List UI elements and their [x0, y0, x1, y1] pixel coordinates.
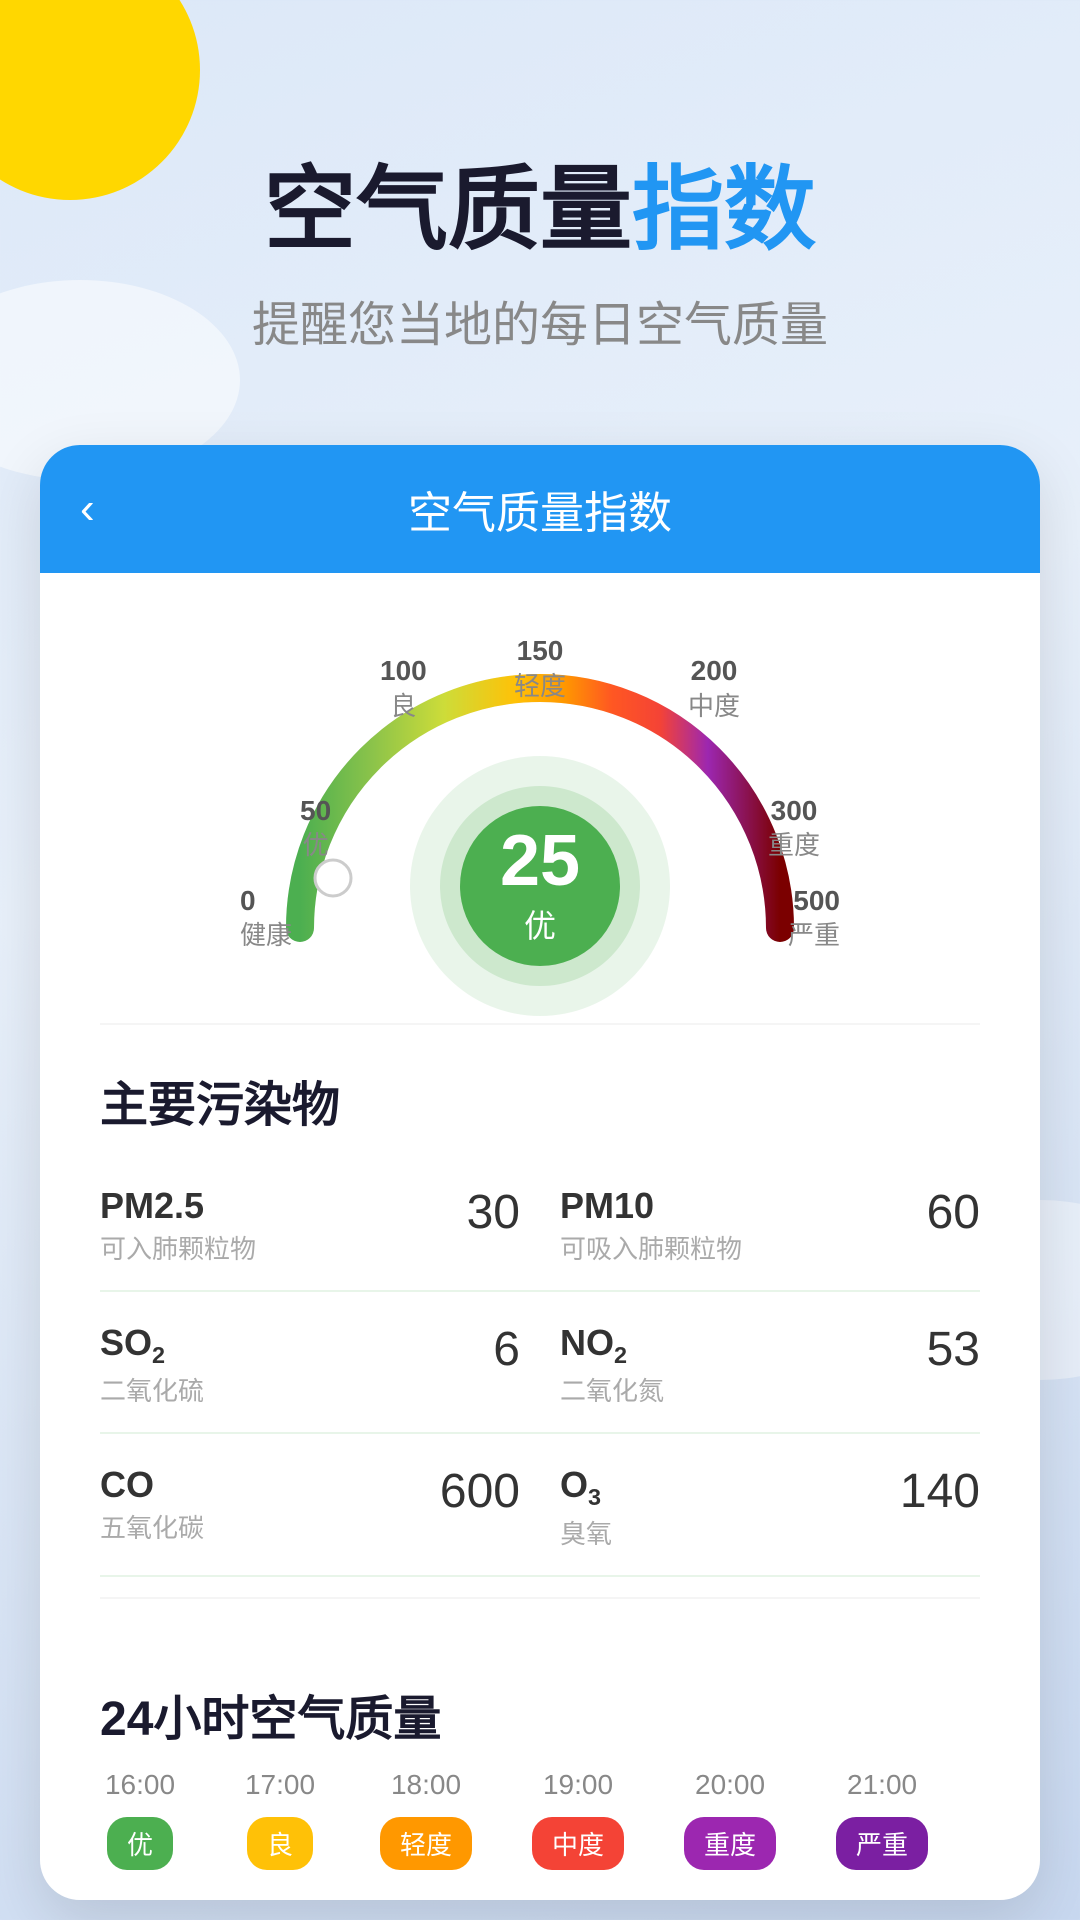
- pollutant-item-3: NO2 二氧化氮 53: [540, 1292, 980, 1434]
- back-button[interactable]: ‹: [80, 484, 95, 534]
- hour-item-4: 20:00 重度: [684, 1769, 776, 1870]
- gauge-value-label: 优: [524, 901, 556, 947]
- hour-badge: 优: [107, 1817, 173, 1870]
- label-50: 50 优: [300, 793, 331, 863]
- main-card: ‹ 空气质量指数: [40, 445, 1040, 1899]
- label-200: 200 中度: [688, 653, 740, 723]
- pollutant-value: 53: [927, 1322, 980, 1377]
- gauge-glow-outer: 25 优: [410, 756, 670, 1016]
- pollutant-name: NO2 二氧化氮: [560, 1322, 664, 1408]
- card-title: 空气质量指数: [408, 477, 672, 541]
- hour-badge: 中度: [532, 1817, 624, 1870]
- label-150: 150 轻度: [514, 633, 566, 703]
- hour-item-3: 19:00 中度: [532, 1769, 624, 1870]
- hour-time: 19:00: [543, 1769, 613, 1801]
- gauge-value-circle: 25 优: [460, 806, 620, 966]
- pollutants-title: 主要污染物: [40, 1025, 1040, 1155]
- pollutant-item-2: SO2 二氧化硫 6: [100, 1292, 540, 1434]
- hour-time: 21:00: [847, 1769, 917, 1801]
- pollutant-name: CO 五氧化碳: [100, 1464, 204, 1545]
- gauge-center: 25 优: [410, 756, 670, 1016]
- subtitle: 提醒您当地的每日空气质量: [60, 285, 1020, 355]
- pollutant-value: 6: [493, 1322, 520, 1377]
- main-title: 空气质量指数: [60, 160, 1020, 261]
- hour-time: 17:00: [245, 1769, 315, 1801]
- pollutant-header: O3 臭氧 140: [560, 1464, 980, 1550]
- label-100: 100 良: [380, 653, 427, 723]
- hour-badge: 良: [247, 1817, 313, 1870]
- gauge-wrapper: 0 健康 50 优 100 良 150 轻度 200 中度: [240, 633, 840, 983]
- pollutants-grid: PM2.5 可入肺颗粒物 30 PM10 可吸入肺颗粒物 60 SO2 二氧化硫…: [40, 1155, 1040, 1576]
- pollutants-section: 主要污染物 PM2.5 可入肺颗粒物 30 PM10 可吸入肺颗粒物 60: [40, 1025, 1040, 1576]
- hour-item-5: 21:00 严重: [836, 1769, 928, 1870]
- gauge-glow-inner: 25 优: [440, 786, 640, 986]
- pollutant-item-0: PM2.5 可入肺颗粒物 30: [100, 1155, 540, 1292]
- pollutant-value: 60: [927, 1185, 980, 1240]
- hours-section: 24小时空气质量 16:00 优 17:00 良 18:00 轻度 19:00 …: [40, 1599, 1040, 1900]
- pollutant-item-4: CO 五氧化碳 600: [100, 1434, 540, 1576]
- hour-time: 20:00: [695, 1769, 765, 1801]
- pollutant-item-5: O3 臭氧 140: [540, 1434, 980, 1576]
- pollutant-header: PM10 可吸入肺颗粒物 60: [560, 1185, 980, 1266]
- pollutant-name: PM10 可吸入肺颗粒物: [560, 1185, 742, 1266]
- title-black: 空气质量: [264, 159, 632, 261]
- pollutant-value: 600: [440, 1464, 520, 1519]
- gauge-value-number: 25: [500, 825, 580, 897]
- hour-badge: 重度: [684, 1817, 776, 1870]
- hours-scroll: 16:00 优 17:00 良 18:00 轻度 19:00 中度 20:00 …: [40, 1769, 1040, 1870]
- hour-item-0: 16:00 优: [100, 1769, 180, 1870]
- pollutant-name: SO2 二氧化硫: [100, 1322, 204, 1408]
- pollutant-header: CO 五氧化碳 600: [100, 1464, 520, 1545]
- hours-title: 24小时空气质量: [40, 1639, 1040, 1769]
- pollutant-name: O3 臭氧: [560, 1464, 612, 1550]
- pollutant-name: PM2.5 可入肺颗粒物: [100, 1185, 256, 1266]
- card-header: ‹ 空气质量指数: [40, 445, 1040, 573]
- hour-badge: 严重: [836, 1817, 928, 1870]
- pollutant-header: PM2.5 可入肺颗粒物 30: [100, 1185, 520, 1266]
- pollutant-item-1: PM10 可吸入肺颗粒物 60: [540, 1155, 980, 1292]
- pollutant-value: 140: [900, 1464, 980, 1519]
- header-section: 空气质量指数 提醒您当地的每日空气质量: [0, 0, 1080, 415]
- pollutant-value: 30: [467, 1185, 520, 1240]
- hour-time: 18:00: [391, 1769, 461, 1801]
- label-0: 0 健康: [240, 883, 292, 953]
- hour-badge: 轻度: [380, 1817, 472, 1870]
- gauge-section: 0 健康 50 优 100 良 150 轻度 200 中度: [40, 573, 1040, 1023]
- label-300: 300 重度: [768, 793, 820, 863]
- hour-item-1: 17:00 良: [240, 1769, 320, 1870]
- pollutant-header: NO2 二氧化氮 53: [560, 1322, 980, 1408]
- pollutant-header: SO2 二氧化硫 6: [100, 1322, 520, 1408]
- hour-item-2: 18:00 轻度: [380, 1769, 472, 1870]
- label-500: 500 严重: [788, 883, 840, 953]
- title-blue: 指数: [632, 159, 816, 261]
- hour-time: 16:00: [105, 1769, 175, 1801]
